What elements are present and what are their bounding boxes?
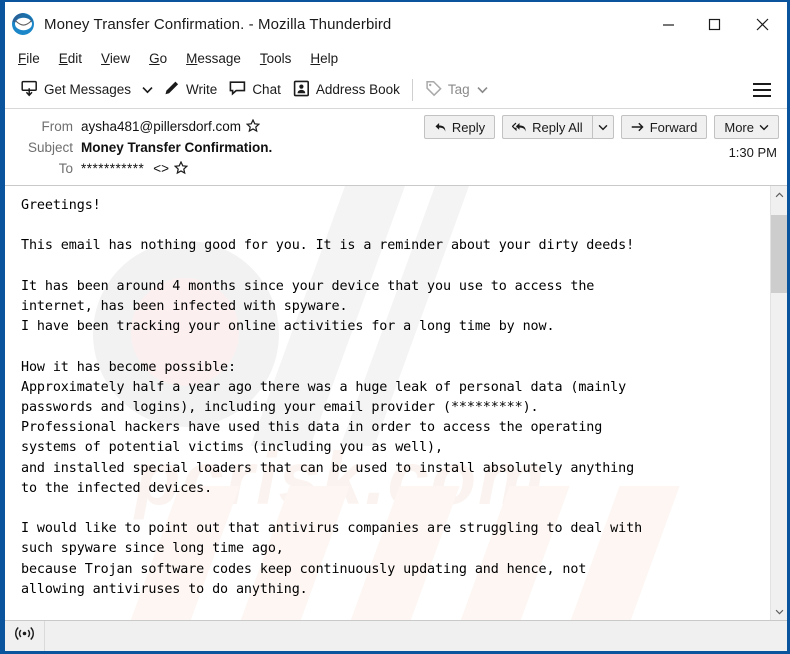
menu-bar: File Edit View Go Message Tools Help (5, 46, 787, 71)
from-label: From (41, 119, 74, 134)
menu-file[interactable]: File (18, 51, 40, 66)
more-button[interactable]: More (714, 115, 779, 139)
scrollbar-thumb[interactable] (771, 215, 787, 293)
to-label: To (58, 161, 73, 176)
forward-button[interactable]: Forward (620, 115, 708, 139)
close-button[interactable] (737, 2, 787, 46)
chat-button[interactable]: Chat (223, 75, 287, 105)
more-label: More (724, 119, 754, 135)
from-value[interactable]: aysha481@pillersdorf.com (81, 118, 261, 135)
forward-icon (631, 121, 645, 133)
subject-row: Subject Money Transfer Confirmation. (15, 137, 777, 158)
from-star-icon[interactable] (245, 118, 261, 135)
window-title: Money Transfer Confirmation. - Mozilla T… (44, 15, 392, 33)
app-menu-icon[interactable] (745, 75, 779, 105)
subject-value: Money Transfer Confirmation. (81, 140, 273, 155)
toolbar-separator (411, 78, 413, 101)
title-bar[interactable]: Money Transfer Confirmation. - Mozilla T… (5, 2, 787, 46)
chat-icon (229, 80, 246, 100)
reply-label: Reply (451, 119, 486, 135)
message-time: 1:30 PM (728, 145, 777, 160)
tag-button[interactable]: Tag (419, 75, 494, 105)
to-value[interactable]: *********** <> (81, 160, 189, 177)
vertical-scrollbar[interactable] (770, 186, 787, 620)
subject-label: Subject (27, 140, 73, 155)
get-messages-button[interactable]: Get Messages (15, 75, 137, 105)
message-body-area: pcrisk.com Greetings! This email has not… (5, 186, 787, 621)
thunderbird-icon (10, 11, 36, 37)
reply-all-icon (512, 121, 527, 134)
menu-go[interactable]: Go (149, 51, 167, 66)
message-header: From aysha481@pillersdorf.com Subject Mo… (5, 109, 787, 186)
menu-view[interactable]: View (101, 51, 130, 66)
forward-label: Forward (649, 119, 698, 135)
status-bar (5, 621, 787, 651)
pencil-icon (163, 80, 180, 100)
get-messages-dropdown[interactable] (137, 75, 157, 105)
scroll-up-button[interactable] (771, 186, 787, 203)
window-controls (645, 2, 787, 46)
chat-label: Chat (252, 82, 281, 97)
menu-help[interactable]: Help (310, 51, 338, 66)
scrollbar-track[interactable] (771, 203, 787, 603)
menu-edit[interactable]: Edit (59, 51, 82, 66)
menu-message[interactable]: Message (186, 51, 241, 66)
address-book-label: Address Book (315, 82, 400, 97)
tag-label: Tag (447, 82, 470, 97)
address-book-button[interactable]: Address Book (287, 75, 406, 105)
address-book-icon (293, 80, 310, 100)
reply-all-label: Reply All (532, 119, 583, 135)
tag-chevron-down-icon (477, 82, 488, 97)
status-broadcast-cell[interactable] (5, 621, 45, 651)
from-address: aysha481@pillersdorf.com (81, 119, 242, 134)
minimize-button[interactable] (645, 2, 691, 46)
maximize-button[interactable] (691, 2, 737, 46)
window-content: Money Transfer Confirmation. - Mozilla T… (5, 2, 787, 651)
broadcast-icon (15, 625, 34, 647)
tag-icon (425, 80, 442, 100)
to-address: *********** (81, 161, 145, 176)
scroll-down-button[interactable] (771, 603, 787, 620)
reply-all-dropdown[interactable] (591, 115, 614, 139)
write-label: Write (186, 82, 218, 97)
message-body[interactable]: pcrisk.com Greetings! This email has not… (5, 186, 770, 620)
reply-button[interactable]: Reply (423, 115, 496, 139)
get-messages-label: Get Messages (44, 82, 132, 97)
to-row: To *********** <> (15, 158, 777, 179)
menu-tools[interactable]: Tools (260, 51, 292, 66)
to-star-icon[interactable] (173, 160, 189, 177)
reply-all-button[interactable]: Reply All (502, 115, 592, 139)
message-body-text: Greetings! This email has nothing good f… (21, 198, 643, 597)
reply-icon (434, 121, 447, 134)
get-messages-icon (21, 80, 38, 100)
main-toolbar: Get Messages Write Chat Address Book Tag (5, 71, 787, 109)
thunderbird-window: Money Transfer Confirmation. - Mozilla T… (0, 0, 790, 654)
message-actions: Reply Reply All Forward More (417, 115, 779, 139)
write-button[interactable]: Write (157, 75, 223, 105)
more-chevron-down-icon (759, 124, 769, 131)
to-brackets: <> (153, 161, 170, 176)
